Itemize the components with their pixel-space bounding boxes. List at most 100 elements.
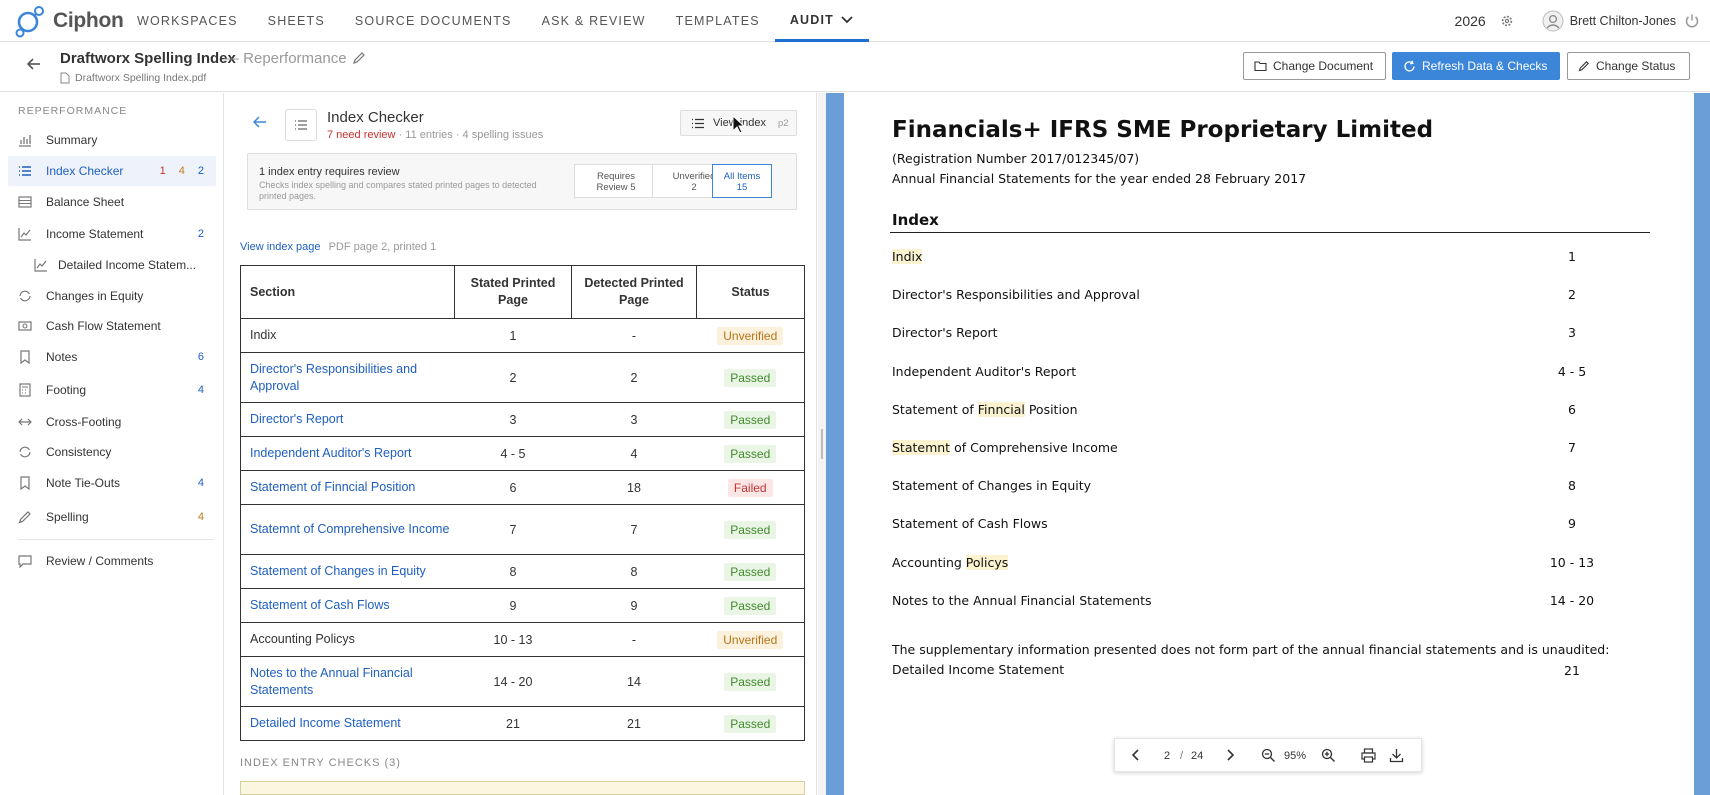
nav-ask-review[interactable]: ASK & REVIEW [527,0,661,42]
prev-page-icon[interactable] [1129,748,1143,762]
edit-pencil-icon[interactable] [352,51,366,65]
view-index-page: p2 [778,117,789,129]
table-row[interactable]: Director's Report 3 3 Passed [240,402,805,437]
power-icon[interactable] [1684,13,1700,29]
pdf-entry-page: 1 [1568,249,1576,264]
pdf-spelling-highlight[interactable]: Policys [965,554,1009,570]
section-cell: Director's Report [240,402,455,437]
index-entry-checks-heading: INDEX ENTRY CHECKS (3) [240,757,401,769]
document-file[interactable]: Draftworx Spelling Index.pdf [60,72,206,84]
checker-list-button[interactable] [285,109,317,141]
gear-icon[interactable] [1500,14,1514,28]
section-link[interactable]: Director's Responsibilities and Approval [250,362,417,393]
nav-workspaces[interactable]: WORKSPACES [122,0,253,42]
list-icon [295,120,307,130]
index-entry-check-card[interactable] [240,781,805,795]
nav-sheets[interactable]: SHEETS [253,0,340,42]
zoom-in-icon[interactable] [1321,748,1336,763]
sidebar-item-notes[interactable]: Notes 6 [8,342,216,372]
pdf-spelling-highlight[interactable]: Finncial [977,401,1025,417]
bookmark-icon [20,350,30,364]
sidebar-item-label: Spelling [46,510,89,524]
change-status-button[interactable]: Change Status [1567,52,1690,80]
sidebar-divider [18,539,214,540]
zoom-out-icon[interactable] [1261,748,1276,763]
nav-audit-label: AUDIT [789,12,835,27]
sidebar-item-cross-footing[interactable]: Cross-Footing [8,407,216,437]
detected-page-cell: 4 [571,436,697,471]
download-icon[interactable] [1389,748,1404,763]
filter-requires-review[interactable]: Requires Review 5 [574,164,658,198]
review-summary-description: Checks index spelling and compares state… [259,180,537,201]
sidebar-item-spelling[interactable]: Spelling 4 [8,502,216,532]
nav-source-documents[interactable]: SOURCE DOCUMENTS [340,0,527,42]
print-icon[interactable] [1361,748,1376,763]
table-row[interactable]: Detailed Income Statement 21 21 Passed [240,706,805,741]
user-name[interactable]: Brett Chilton-Jones [1570,14,1676,28]
table-row[interactable]: Indix 1- Unverified [240,318,805,353]
change-document-button[interactable]: Change Document [1243,52,1386,80]
status-cell: Passed [696,402,805,437]
current-page[interactable]: 2 [1164,750,1170,762]
pdf-supplementary-entry: Detailed Income Statement [892,662,1065,677]
pdf-page: Financials+ IFRS SME Proprietary Limited… [844,93,1694,795]
back-arrow-icon[interactable] [26,56,42,72]
status-badge: Unverified [717,326,784,345]
section-cell: Accounting Policys [240,622,455,657]
section-link[interactable]: Statement of Finncial Position [250,480,415,494]
sidebar-item-changes-in-equity[interactable]: Changes in Equity [8,281,216,311]
sidebar-item-income-statement[interactable]: Income Statement 2 [8,219,216,249]
pdf-index-entry: Statement of Changes in Equity 8 [892,478,1612,493]
sidebar-item-summary[interactable]: Summary [8,125,216,155]
filter-all-items[interactable]: All Items 15 [712,164,772,198]
status-badge: Passed [724,368,777,387]
sidebar-item-footing[interactable]: Footing 4 [8,375,216,405]
table-row[interactable]: Statement of Cash Flows 9 9 Passed [240,588,805,623]
chart-bar-icon [19,135,31,147]
section-link[interactable]: Independent Auditor's Report [250,446,412,460]
back-arrow-icon[interactable] [253,115,267,129]
zoom-level[interactable]: 95% [1284,750,1306,762]
pdf-spelling-highlight[interactable]: Indix [892,249,923,264]
sidebar-item-cash-flow-statement[interactable]: Cash Flow Statement [8,311,216,341]
view-index-page-link[interactable]: View index page [240,241,321,253]
next-page-icon[interactable] [1223,748,1237,762]
table-row[interactable]: Statemnt of Comprehensive Income 7 7 Passed [240,504,805,555]
sidebar-item-index-checker[interactable]: Index Checker 1 4 2 [8,156,216,186]
logo[interactable]: Ciphon [14,4,124,38]
sidebar-item-label: Note Tie-Outs [46,476,121,490]
section-link[interactable]: Statement of Changes in Equity [250,564,426,578]
sidebar-item-note-tie-outs[interactable]: Note Tie-Outs 4 [8,468,216,498]
table-row[interactable]: Accounting Policys 10 - 13- Unverified [240,622,805,657]
table-row[interactable]: Notes to the Annual Financial Statements… [240,656,805,707]
sidebar-item-label: Consistency [46,445,112,459]
sidebar-item-balance-sheet[interactable]: Balance Sheet [8,187,216,217]
sidebar-item-consistency[interactable]: Consistency [8,437,216,467]
nav-templates[interactable]: TEMPLATES [661,0,775,42]
nav-audit[interactable]: AUDIT [774,0,870,42]
table-row[interactable]: Statement of Changes in Equity 8 8 Passed [240,554,805,589]
pdf-spelling-highlight[interactable]: Statemnt [892,440,951,455]
panel-resize-handle[interactable] [818,93,826,795]
pdf-entry-text: Director's Report [892,325,998,341]
section-link[interactable]: Director's Report [250,412,343,426]
section-link[interactable]: Statement of Cash Flows [250,598,390,612]
table-row[interactable]: Statement of Finncial Position 6 18 Failed [240,470,805,505]
status-cell: Passed [696,706,805,741]
sidebar-item-detailed-income-statement[interactable]: Detailed Income Statem... [8,250,216,280]
checker-title: Index Checker [327,109,424,126]
refresh-data-button[interactable]: Refresh Data & Checks [1392,52,1560,80]
pencil-icon [1578,61,1589,72]
sidebar-item-review-comments[interactable]: Review / Comments [8,546,216,576]
badge-count-red: 1 [159,165,166,177]
section-link[interactable]: Statemnt of Comprehensive Income [250,522,449,536]
section-text: Accounting Policys [250,632,355,646]
avatar[interactable] [1542,10,1564,32]
table-row[interactable]: Independent Auditor's Report 4 - 5 4 Passed [240,436,805,471]
section-link[interactable]: Notes to the Annual Financial Statements [250,666,413,697]
status-badge: Passed [724,410,777,429]
year-selector[interactable]: 2026 [1455,13,1486,29]
stated-page-cell: 2 [454,352,572,403]
table-row[interactable]: Director's Responsibilities and Approval… [240,352,805,403]
section-link[interactable]: Detailed Income Statement [250,716,401,730]
